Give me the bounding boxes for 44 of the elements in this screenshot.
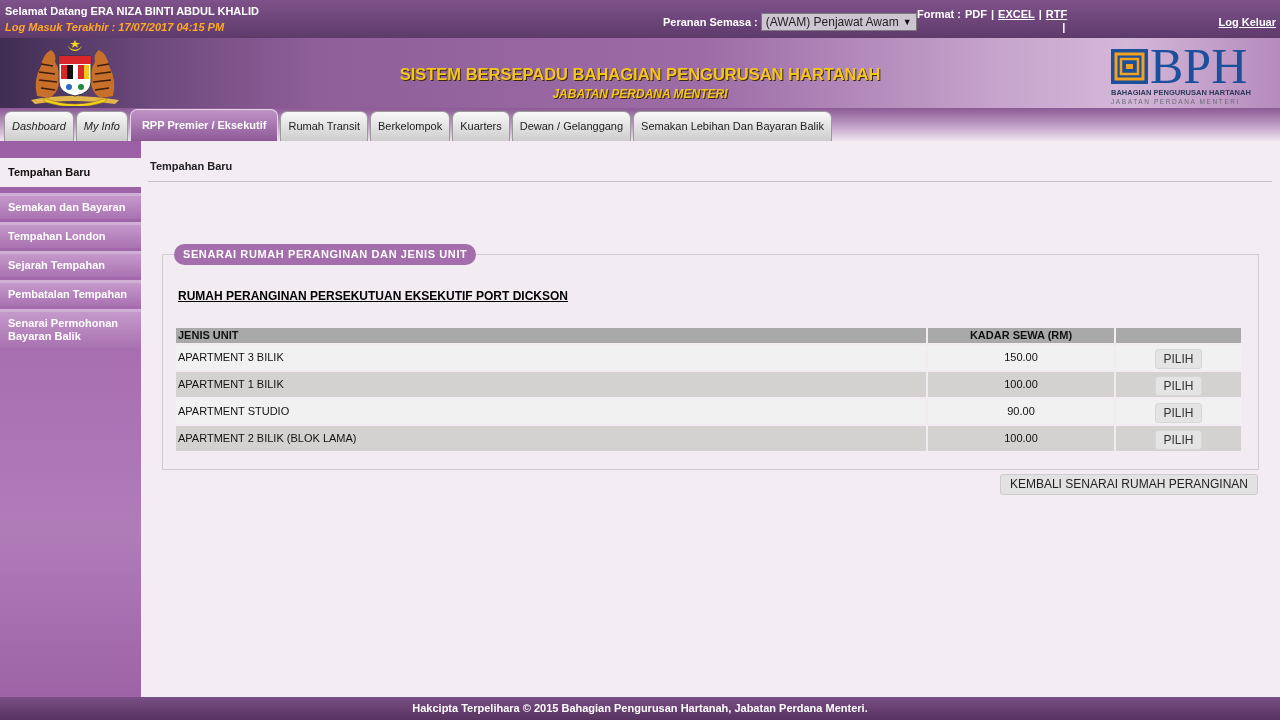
select-button[interactable]: PILIH (1155, 402, 1202, 423)
role-select[interactable]: (AWAM) Penjawat Awam ▼ (760, 13, 917, 31)
pipe-separator: | (1062, 21, 1067, 34)
table-cell: 150.00 (928, 345, 1114, 370)
back-button[interactable]: KEMBALI SENARAI RUMAH PERANGINAN (999, 474, 1258, 495)
table-cell: 100.00 (928, 372, 1114, 397)
nav-tab[interactable]: Rumah Transit (280, 111, 368, 141)
select-button[interactable]: PILIH (1155, 348, 1202, 369)
welcome-text: Selamat Datang ERA NIZA BINTI ABDUL KHALID (5, 5, 260, 18)
property-title: RUMAH PERANGINAN PERSEKUTUAN EKSEKUTIF PORT DICKSON (178, 289, 569, 303)
nav-tab[interactable]: My Info (75, 111, 128, 141)
system-subtitle: JABATAN PERDANA MENTERI (552, 87, 728, 101)
nav-tab[interactable]: Kuarters (452, 111, 510, 141)
table-cell: APARTMENT 3 BILIK (176, 345, 926, 370)
page-heading: Tempahan Baru (150, 160, 233, 172)
table-cell: APARTMENT 2 BILIK (BLOK LAMA) (176, 426, 926, 451)
square-logo-icon (1111, 48, 1148, 84)
column-header: JENIS UNIT (176, 328, 926, 343)
select-button[interactable]: PILIH (1155, 429, 1202, 450)
table-cell: APARTMENT STUDIO (176, 399, 926, 424)
format-label: Format : (917, 8, 961, 21)
nav-tab[interactable]: Dashboard (4, 111, 74, 141)
last-login-text: Log Masuk Terakhir : 17/07/2017 04:15 PM (5, 21, 225, 34)
pipe-separator: | (1038, 8, 1042, 21)
nav-tab[interactable]: RPP Premier / Eksekutif (129, 109, 279, 141)
logo-wordmark: BPH (1150, 47, 1248, 85)
system-title: SISTEM BERSEPADU BAHAGIAN PENGURUSAN HARTANAH (399, 65, 881, 84)
copyright-text: Hakcipta Terpelihara © 2015 Bahagian Pengurusan Hartanah, Jabatan Perdana Menteri. (412, 701, 868, 717)
role-label: Peranan Semasa : (663, 14, 758, 30)
format-option-text: PDF (965, 8, 987, 21)
select-button[interactable]: PILIH (1155, 375, 1202, 396)
pipe-separator: | (991, 8, 995, 21)
section-legend: SENARAI RUMAH PERANGINAN DAN JENIS UNIT (174, 244, 477, 265)
table-cell: APARTMENT 1 BILIK (176, 372, 926, 397)
logout-link[interactable]: Log Keluar (1218, 16, 1276, 28)
nav-tab[interactable]: Semakan Lebihan Dan Bayaran Balik (633, 111, 832, 141)
column-header: KADAR SEWA (RM) (928, 328, 1114, 343)
table-cell: 90.00 (928, 399, 1114, 424)
sidebar-item[interactable]: Tempahan Baru (0, 158, 141, 187)
nav-tab[interactable]: Berkelompok (369, 111, 451, 141)
format-link[interactable]: RTF (1045, 8, 1068, 21)
format-link[interactable]: EXCEL (998, 8, 1035, 21)
nav-tab[interactable]: Dewan / Gelanggang (511, 111, 632, 141)
table-cell: 100.00 (928, 426, 1114, 451)
